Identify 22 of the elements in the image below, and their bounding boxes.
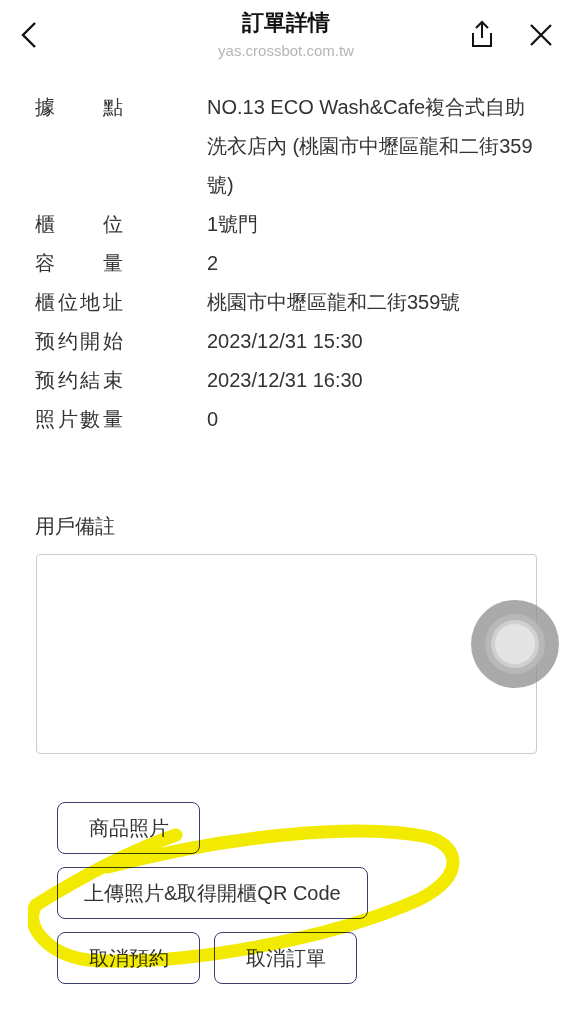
field-value: 2023/12/31 16:30 xyxy=(207,368,364,393)
field-label: 预约結束 xyxy=(35,368,123,393)
close-icon[interactable] xyxy=(529,23,553,47)
field-value: NO.13 ECO Wash&Cafe複合式自助洗衣店內 (桃園市中壢區龍和二街359號) xyxy=(207,95,534,198)
field-label: 照片數量 xyxy=(35,407,123,432)
page-url: yas.crossbot.com.tw xyxy=(218,42,354,59)
field-label: 容量 xyxy=(35,251,123,276)
remark-label: 用戶備註 xyxy=(35,514,116,539)
field-value: 桃園市中壢區龍和二街359號 xyxy=(207,290,462,315)
field-value: 0 xyxy=(207,407,220,432)
field-label: 预约開始 xyxy=(35,329,123,354)
remark-field[interactable] xyxy=(36,554,537,754)
field-label: 櫃位地址 xyxy=(35,290,123,315)
field-value: 2023/12/31 15:30 xyxy=(207,329,364,354)
page-title: 訂單詳情 xyxy=(242,9,330,37)
field-value: 2 xyxy=(207,251,220,276)
field-value: 1號門 xyxy=(207,212,260,237)
field-label: 櫃位 xyxy=(35,212,123,237)
field-label: 據點 xyxy=(35,95,123,120)
share-icon[interactable] xyxy=(469,20,495,48)
action-button[interactable]: 上傳照片&取得開櫃QR Code xyxy=(57,867,368,919)
back-icon[interactable] xyxy=(20,20,38,50)
